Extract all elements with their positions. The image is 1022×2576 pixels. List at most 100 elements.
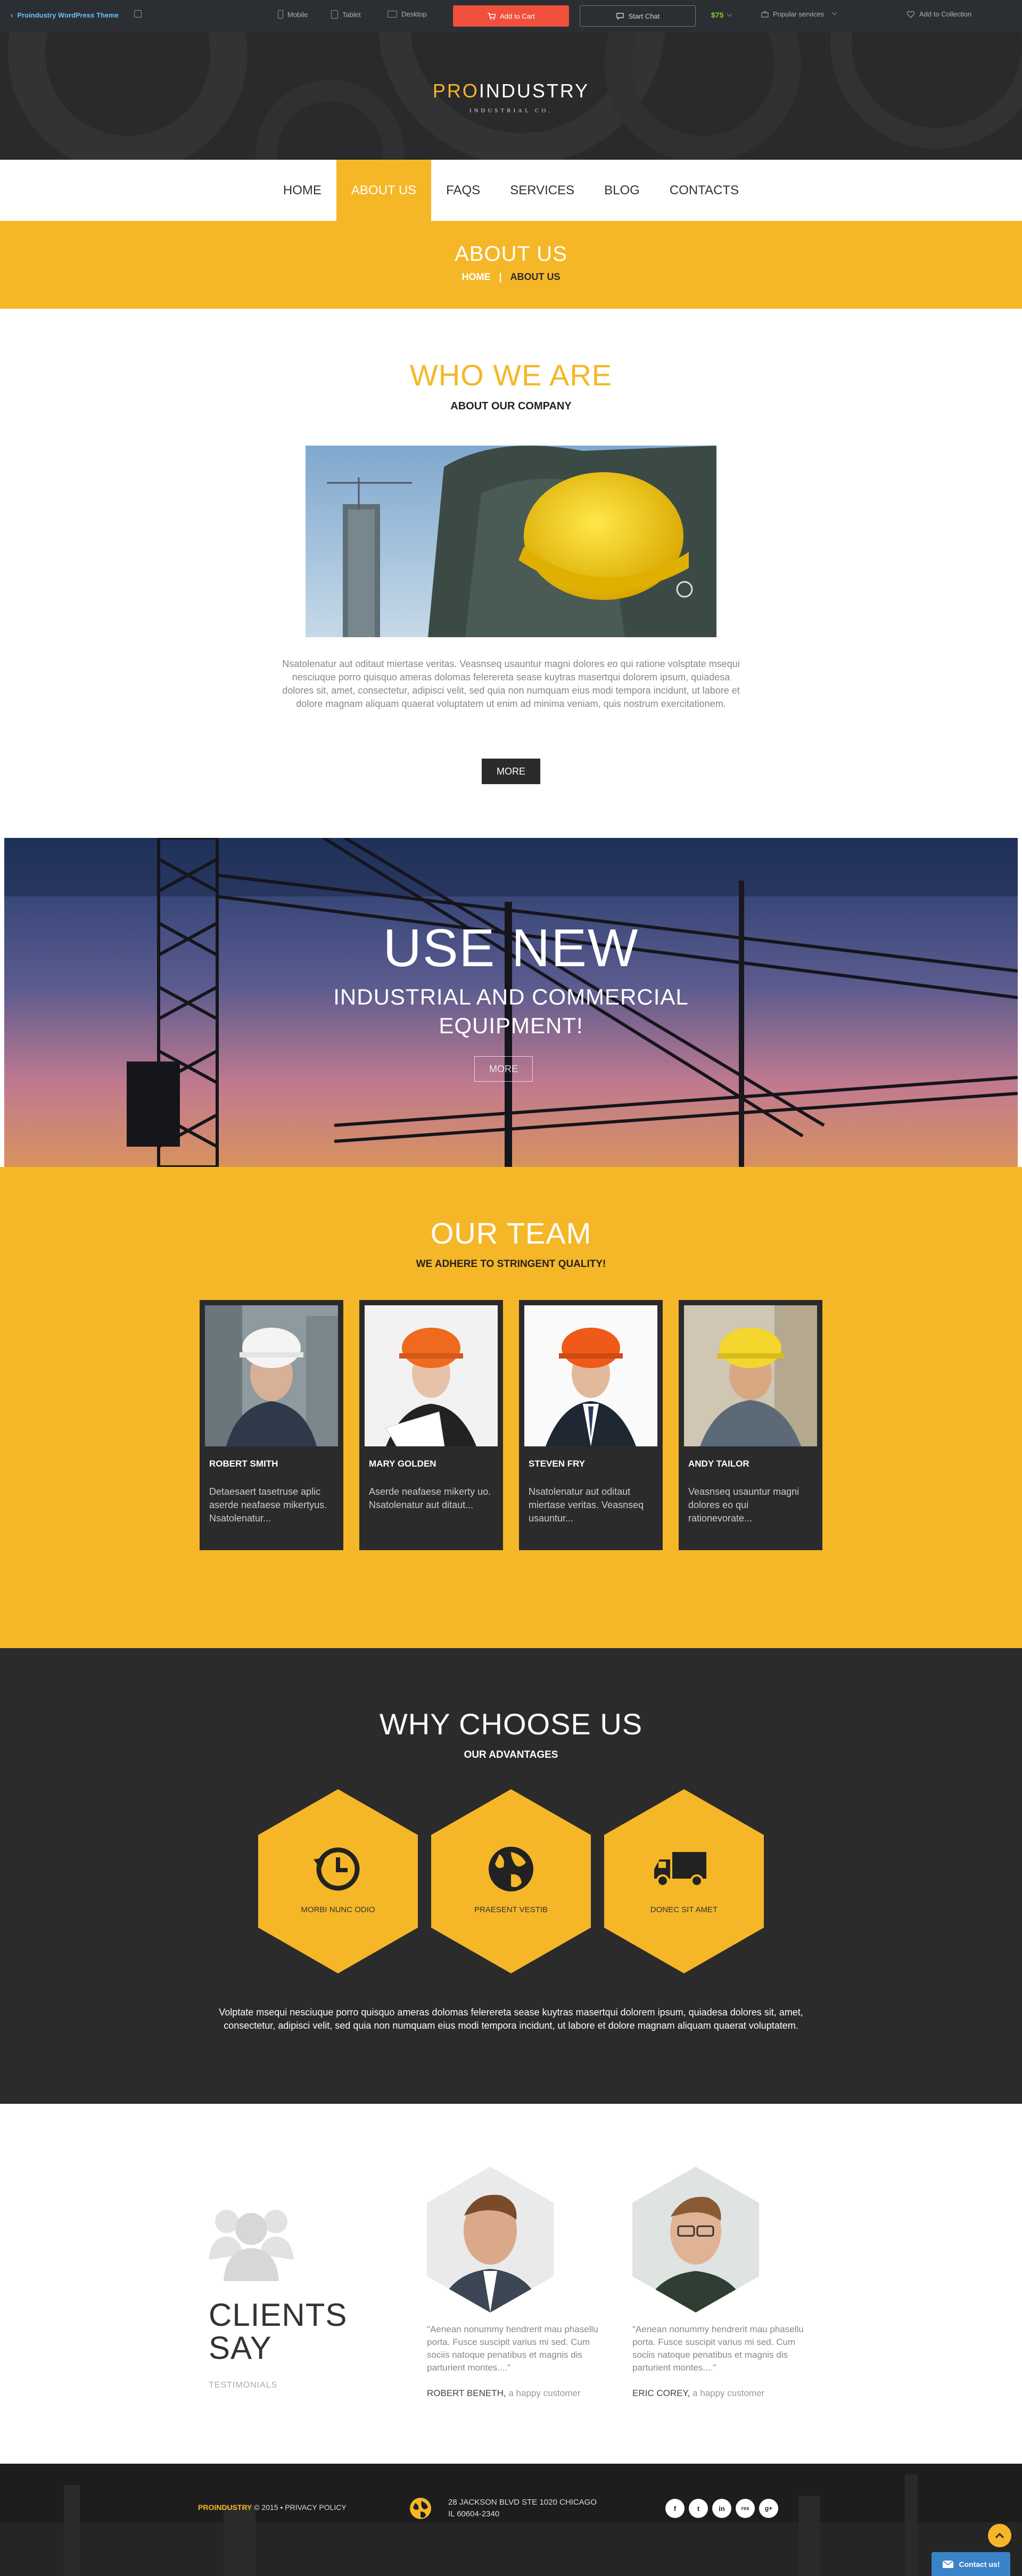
popular-services-dropdown[interactable]: Popular services — [761, 10, 837, 18]
why-subtitle: OUR ADVANTAGES — [464, 1749, 558, 1760]
nav-contacts[interactable]: CONTACTS — [655, 160, 754, 221]
banner-more-button[interactable]: MORE — [474, 1056, 533, 1082]
external-link-icon[interactable] — [134, 10, 142, 18]
hero-banner: USE NEW INDUSTRIAL AND COMMERCIAL EQUIPM… — [4, 838, 1018, 1167]
chat-icon — [616, 13, 624, 20]
site-header: PROINDUSTRY INDUSTRIAL CO. — [0, 32, 1022, 160]
device-mobile[interactable]: Mobile — [278, 10, 308, 19]
add-to-cart-button[interactable]: Add to Cart — [453, 5, 569, 27]
device-mobile-label: Mobile — [287, 10, 308, 19]
member-desc: Veasnseq usauntur magni dolores eo qui r… — [688, 1486, 800, 1524]
bag-icon — [761, 11, 769, 18]
feature-hexagon[interactable]: DONEC SIT AMET — [604, 1789, 764, 1973]
author-name: ERIC COREY, — [632, 2388, 690, 2398]
member-name: STEVEN FRY — [529, 1459, 586, 1469]
start-chat-button[interactable]: Start Chat — [580, 5, 696, 27]
feature-hexagon[interactable]: MORBI NUNC ODIO — [258, 1789, 418, 1973]
feature-label: MORBI NUNC ODIO — [301, 1905, 375, 1914]
nav-services[interactable]: SERVICES — [495, 160, 589, 221]
nav-faqs[interactable]: FAQS — [431, 160, 495, 221]
testimonials-subtitle: TESTIMONIALS — [209, 2381, 278, 2390]
mail-icon — [942, 2559, 953, 2568]
team-card[interactable]: MARY GOLDEN Aserde neafaese mikerty uo. … — [359, 1300, 503, 1550]
team-title: OUR TEAM — [430, 1216, 592, 1250]
heart-icon — [906, 11, 915, 18]
device-desktop[interactable]: Desktop — [388, 10, 427, 18]
facebook-icon[interactable]: f — [665, 2499, 685, 2518]
hardhat-image — [306, 446, 716, 637]
device-desktop-label: Desktop — [401, 10, 427, 18]
breadcrumb-separator: | — [499, 271, 502, 282]
site-logo[interactable]: PROINDUSTRY — [0, 80, 1022, 102]
google-plus-icon[interactable]: g+ — [759, 2499, 778, 2518]
price-dropdown[interactable]: $75 — [711, 11, 732, 19]
footer-copyright-text[interactable]: © 2015 • PRIVACY POLICY — [252, 2503, 346, 2512]
nav-home[interactable]: HOME — [268, 160, 336, 221]
clients-say-line2: SAY — [209, 2330, 272, 2366]
team-card[interactable]: ANDY TAILOR Veasnseq usauntur magni dolo… — [679, 1300, 822, 1550]
feature-hexagon[interactable]: PRAESENT VESTIB — [431, 1789, 591, 1973]
clients-say-line1: CLIENTS — [209, 2297, 348, 2333]
main-nav: HOME ABOUT US FAQS SERVICES BLOG CONTACT… — [0, 160, 1022, 221]
breadcrumb: HOME | ABOUT US — [0, 271, 1022, 283]
team-section: OUR TEAM WE ADHERE TO STRINGENT QUALITY!… — [0, 1167, 1022, 1648]
member-name: ROBERT SMITH — [209, 1459, 278, 1469]
twitter-icon[interactable]: t — [689, 2499, 708, 2518]
site-footer: PROINDUSTRY © 2015 • PRIVACY POLICY 28 J… — [0, 2464, 1022, 2576]
footer-brand: PROINDUSTRY — [198, 2503, 252, 2512]
contact-us-widget[interactable]: Contact us! — [932, 2552, 1010, 2576]
banner-subtitle-line1: INDUSTRIAL AND COMMERCIAL — [333, 984, 689, 1009]
nav-blog[interactable]: BLOG — [589, 160, 655, 221]
cart-icon — [488, 13, 496, 20]
social-links: f t in rss g+ — [665, 2499, 778, 2518]
rss-icon[interactable]: rss — [736, 2499, 755, 2518]
why-title: WHY CHOOSE US — [379, 1707, 643, 1741]
who-more-button[interactable]: MORE — [482, 759, 540, 784]
banner-title: USE NEW — [383, 918, 639, 978]
address-line2: IL 60604-2340 — [448, 2509, 500, 2519]
team-photo — [365, 1305, 498, 1446]
banner-subtitle-line2: EQUIPMENT! — [439, 1013, 583, 1038]
team-photo — [205, 1305, 338, 1446]
back-link[interactable]: ‹ Proindustry WordPress Theme — [11, 11, 119, 19]
member-name: MARY GOLDEN — [369, 1459, 436, 1469]
tablet-icon — [331, 10, 338, 19]
who-we-are-subtitle: ABOUT OUR COMPANY — [450, 400, 572, 412]
banner-subtitle: INDUSTRIAL AND COMMERCIAL EQUIPMENT! — [4, 983, 1018, 1040]
breadcrumb-home[interactable]: HOME — [461, 271, 490, 282]
team-card[interactable]: STEVEN FRY Nsatolenatur aut oditaut mier… — [519, 1300, 663, 1550]
back-arrow-icon: ‹ — [11, 11, 13, 19]
add-to-collection-button[interactable]: Add to Collection — [906, 10, 971, 18]
back-link-label: Proindustry WordPress Theme — [17, 11, 119, 19]
users-icon — [209, 2210, 294, 2281]
why-text: Volptate msequi nesciuque porro quisquo … — [219, 2007, 803, 2031]
page-title-section: ABOUT US HOME | ABOUT US — [0, 221, 1022, 309]
footer-copyright: PROINDUSTRY © 2015 • PRIVACY POLICY — [198, 2503, 347, 2512]
device-tablet-label: Tablet — [342, 10, 361, 19]
member-desc: Detaesaert tasetruse aplic aserde neafae… — [209, 1486, 327, 1524]
who-we-are-title: WHO WE ARE — [409, 358, 613, 392]
contact-us-label: Contact us! — [959, 2559, 1000, 2569]
logo-industry: INDUSTRY — [479, 80, 590, 102]
team-photo — [684, 1305, 817, 1446]
testimonial-photo — [632, 2167, 759, 2312]
who-we-are-text: Nsatolenatur aut oditaut miertase verita… — [282, 659, 740, 709]
team-card[interactable]: ROBERT SMITH Detaesaert tasetruse aplic … — [200, 1300, 343, 1550]
team-photo — [524, 1305, 657, 1446]
start-chat-label: Start Chat — [628, 12, 660, 20]
device-tablet[interactable]: Tablet — [331, 10, 361, 19]
chevron-up-icon — [995, 2532, 1004, 2539]
linkedin-icon[interactable]: in — [712, 2499, 731, 2518]
member-name: ANDY TAILOR — [688, 1459, 749, 1469]
author-role: a happy customer — [506, 2388, 581, 2398]
testimonial-quote: "Aenean nonummy hendrerit mau phasellu p… — [632, 2324, 804, 2373]
member-desc: Aserde neafaese mikerty uo. Nsatolenatur… — [369, 1486, 491, 1510]
globe-icon — [489, 1847, 533, 1891]
feature-label: DONEC SIT AMET — [650, 1905, 718, 1914]
testimonial-author: ROBERT BENETH, a happy customer — [427, 2388, 581, 2399]
author-role: a happy customer — [690, 2388, 765, 2398]
feature-label: PRAESENT VESTIB — [474, 1905, 548, 1914]
scroll-to-top-button[interactable] — [988, 2524, 1011, 2547]
mobile-icon — [278, 10, 283, 19]
nav-about-us[interactable]: ABOUT US — [336, 160, 432, 221]
